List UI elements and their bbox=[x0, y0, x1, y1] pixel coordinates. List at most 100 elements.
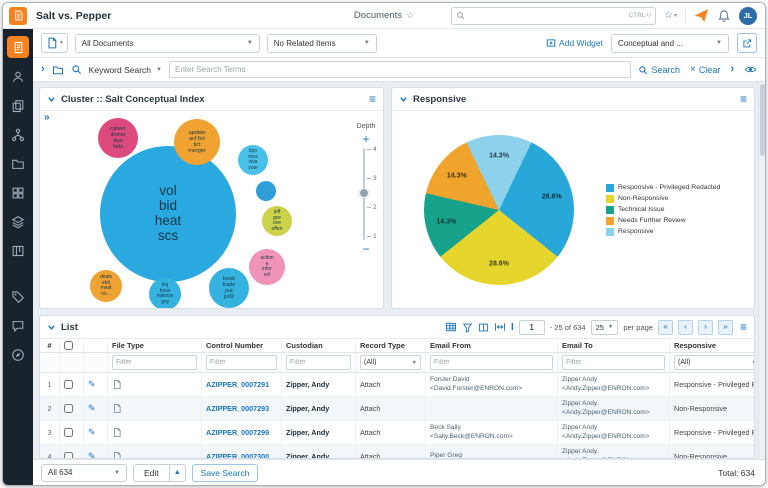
related-items-dropdown[interactable]: No Related Items▼ bbox=[267, 34, 377, 53]
control-number-link[interactable]: AZIPPER_0007291 bbox=[202, 373, 282, 396]
filter-file-type[interactable] bbox=[112, 355, 197, 370]
table-row[interactable]: 1✎AZIPPER_0007291Zipper, AndyAttachForst… bbox=[40, 373, 754, 397]
cluster-bubble[interactable]: leghousmissiongoy bbox=[149, 278, 181, 308]
col-file-type[interactable]: File Type bbox=[108, 339, 202, 352]
chevron-down-icon[interactable] bbox=[399, 95, 408, 104]
add-widget-button[interactable]: Add Widget bbox=[546, 38, 603, 48]
sidebar-item-copy[interactable] bbox=[7, 96, 29, 116]
edit-icon[interactable]: ✎ bbox=[88, 427, 96, 438]
col-record-type[interactable]: Record Type bbox=[356, 339, 426, 352]
depth-decrease-button[interactable]: − bbox=[362, 243, 369, 255]
send-icon[interactable] bbox=[694, 8, 709, 23]
search-type-dropdown[interactable]: Keyword Search▼ bbox=[89, 65, 162, 75]
depth-increase-button[interactable]: + bbox=[362, 133, 369, 145]
search-terms-input[interactable] bbox=[169, 61, 631, 78]
document-actions-button[interactable]: ▾ bbox=[41, 33, 68, 53]
col-responsive[interactable]: Responsive bbox=[670, 339, 755, 352]
col-email-to[interactable]: Email To bbox=[558, 339, 670, 352]
edit-icon[interactable]: ✎ bbox=[88, 379, 96, 390]
cluster-bubble[interactable]: updateacf ficttictmerger bbox=[174, 119, 220, 165]
legend-item[interactable]: Non-Responsive bbox=[606, 195, 746, 203]
page-number-input[interactable] bbox=[519, 320, 545, 335]
sidebar-item-hierarchy[interactable] bbox=[7, 125, 29, 145]
filter-control-number[interactable] bbox=[206, 355, 277, 370]
sidebar-item-folders[interactable] bbox=[7, 154, 29, 174]
table-row[interactable]: 2✎AZIPPER_0007293Zipper, AndyAttachZippe… bbox=[40, 397, 754, 421]
pie-chart[interactable]: 14.3%28.6%28.6%14.3%14.3% bbox=[424, 135, 574, 285]
legend-item[interactable]: Responsive - Privileged Redacted bbox=[606, 184, 746, 192]
cluster-menu-icon[interactable]: ≡ bbox=[369, 93, 376, 105]
edit-button[interactable]: Edit bbox=[133, 464, 170, 482]
depth-slider-thumb[interactable] bbox=[359, 188, 369, 198]
legend-item[interactable]: Needs Further Review bbox=[606, 217, 746, 225]
chevron-down-icon[interactable] bbox=[47, 323, 56, 332]
cluster-bubble[interactable]: careerdinnerdiynhirls bbox=[98, 118, 138, 158]
sidebar-item-explore[interactable] bbox=[7, 345, 29, 365]
sidebar-item-grid[interactable] bbox=[7, 183, 29, 203]
nav-documents[interactable]: Documents bbox=[354, 10, 402, 21]
cluster-bubble[interactable]: tipomesvivavote bbox=[238, 145, 268, 175]
col-num[interactable]: # bbox=[40, 339, 60, 352]
sidebar-item-kanban[interactable] bbox=[7, 241, 29, 261]
chevron-down-icon[interactable] bbox=[47, 95, 56, 104]
filter-email-from[interactable] bbox=[430, 355, 553, 370]
favorite-star-icon[interactable]: ☆ bbox=[406, 10, 414, 21]
edit-icon[interactable]: ✎ bbox=[88, 403, 96, 414]
sidebar-item-chat[interactable] bbox=[7, 316, 29, 336]
open-external-button[interactable] bbox=[737, 33, 757, 53]
next-page-button[interactable]: › bbox=[698, 320, 713, 335]
col-email-from[interactable]: Email From bbox=[426, 339, 558, 352]
bell-icon[interactable] bbox=[717, 9, 731, 23]
col-control-number[interactable]: Control Number bbox=[202, 339, 282, 352]
sidebar-item-layers[interactable] bbox=[7, 212, 29, 232]
table-row[interactable]: 4✎AZIPPER_0007300Zipper, AndyAttachPiper… bbox=[40, 445, 754, 459]
col-custodian[interactable]: Custodian bbox=[282, 339, 356, 352]
expand-search-chevron[interactable]: › bbox=[41, 64, 45, 75]
scrollbar-thumb[interactable] bbox=[760, 84, 765, 156]
cluster-bubble[interactable]: dealsebitmeatno... bbox=[90, 270, 122, 302]
filter-record-type-dropdown[interactable]: (All)▼ bbox=[360, 355, 421, 370]
global-search-input[interactable] bbox=[468, 11, 625, 20]
cluster-expander[interactable]: » bbox=[44, 112, 50, 123]
sidebar-item-documents[interactable] bbox=[7, 36, 29, 58]
legend-item[interactable]: Technical Issue bbox=[606, 206, 746, 214]
sidebar-item-users[interactable] bbox=[7, 67, 29, 87]
save-search-button[interactable]: Save Search bbox=[192, 464, 259, 482]
content-scrollbar[interactable] bbox=[758, 82, 765, 459]
edit-menu-caret[interactable]: ▲ bbox=[170, 464, 186, 482]
depth-slider[interactable]: 4 3 2 1 bbox=[356, 148, 376, 240]
filter-custodian[interactable] bbox=[286, 355, 351, 370]
document-scope-dropdown[interactable]: All Documents▼ bbox=[75, 34, 260, 53]
fit-width-icon[interactable] bbox=[494, 321, 506, 333]
control-number-link[interactable]: AZIPPER_0007293 bbox=[202, 397, 282, 420]
table-settings-icon[interactable] bbox=[445, 321, 457, 333]
cluster-bubble[interactable]: actioneinforvol bbox=[249, 249, 285, 285]
last-page-button[interactable]: » bbox=[718, 320, 733, 335]
saved-favorites-dropdown[interactable]: ☆▾ bbox=[664, 10, 677, 21]
control-number-link[interactable]: AZIPPER_0007299 bbox=[202, 421, 282, 444]
cluster-bubble[interactable] bbox=[256, 181, 276, 201]
control-number-link[interactable]: AZIPPER_0007300 bbox=[202, 445, 282, 459]
selection-scope-dropdown[interactable]: All 634▼ bbox=[41, 464, 127, 482]
row-checkbox[interactable] bbox=[64, 380, 73, 389]
dashboard-layout-dropdown[interactable]: Conceptual and ...▼ bbox=[611, 34, 729, 53]
select-all-checkbox[interactable] bbox=[64, 341, 73, 350]
run-search-button[interactable]: Search bbox=[638, 65, 680, 75]
user-avatar[interactable]: JL bbox=[739, 7, 757, 25]
edit-icon[interactable]: ✎ bbox=[88, 451, 96, 459]
cluster-bubble[interactable]: booktradeputjvd2 bbox=[209, 268, 249, 308]
cluster-bubble[interactable]: volbidheatscs bbox=[100, 146, 236, 282]
columns-icon[interactable] bbox=[478, 322, 489, 333]
first-page-button[interactable]: « bbox=[658, 320, 673, 335]
search-type-icon[interactable] bbox=[71, 64, 82, 75]
responsive-menu-icon[interactable]: ≡ bbox=[740, 93, 747, 105]
filter-icon[interactable] bbox=[462, 322, 473, 333]
row-checkbox[interactable] bbox=[64, 428, 73, 437]
sidebar-item-tags[interactable] bbox=[7, 287, 29, 307]
filter-email-to[interactable] bbox=[562, 355, 665, 370]
row-checkbox[interactable] bbox=[64, 452, 73, 459]
page-size-dropdown[interactable]: 25▼ bbox=[591, 320, 619, 335]
list-menu-icon[interactable]: ≡ bbox=[740, 321, 747, 333]
eye-icon[interactable] bbox=[744, 63, 757, 76]
cluster-bubble[interactable]: jeffgveoveoffen bbox=[262, 206, 292, 236]
